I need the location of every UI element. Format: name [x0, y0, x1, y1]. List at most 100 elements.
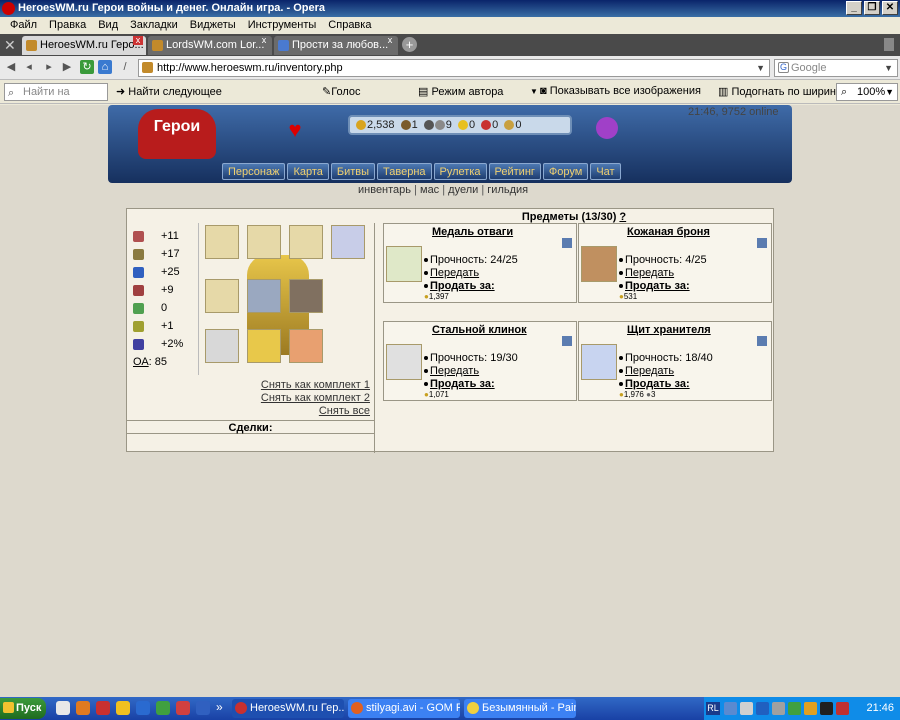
unequip-all-link[interactable]: Снять все: [261, 405, 370, 418]
firefox-icon[interactable]: [76, 701, 90, 715]
menu-edit[interactable]: Правка: [43, 17, 92, 34]
nav-map[interactable]: Карта: [287, 163, 329, 180]
item-sell-link[interactable]: Продать за:: [619, 378, 690, 390]
tab-lordswm[interactable]: LordsWM.com Lor... x: [148, 36, 272, 55]
repair-icon[interactable]: [757, 238, 767, 248]
nav-roulette[interactable]: Рулетка: [433, 163, 487, 180]
slot-book[interactable]: [331, 225, 365, 259]
medal-icon[interactable]: [386, 246, 422, 282]
zoom-dropdown-icon[interactable]: ▼: [885, 84, 894, 100]
close-tab-icon[interactable]: ✕: [4, 37, 16, 54]
author-mode-button[interactable]: ▤ Режим автора: [418, 85, 503, 98]
slot-weapon[interactable]: [205, 329, 239, 363]
item-name[interactable]: Медаль отваги: [432, 226, 513, 238]
tray-app-icon[interactable]: [836, 702, 849, 715]
slot-shield[interactable]: [289, 329, 323, 363]
item-transfer-link[interactable]: Передать: [424, 267, 479, 279]
task-paint[interactable]: Безымянный - Paint: [464, 699, 576, 718]
nav-character[interactable]: Персонаж: [222, 163, 286, 180]
repair-icon[interactable]: [562, 238, 572, 248]
word-icon[interactable]: [196, 701, 210, 715]
search-dropdown-icon[interactable]: ▼: [884, 60, 893, 76]
back-icon[interactable]: ◀: [4, 60, 18, 74]
opera-quick-icon[interactable]: [96, 701, 110, 715]
oa-label[interactable]: ОА: [133, 356, 149, 368]
subnav-duels[interactable]: дуели: [448, 184, 478, 196]
tab-close-icon[interactable]: x: [133, 36, 143, 45]
menu-view[interactable]: Вид: [92, 17, 124, 34]
language-indicator[interactable]: RL: [706, 702, 720, 715]
tab-close-icon[interactable]: x: [259, 36, 269, 45]
item-transfer-link[interactable]: Передать: [619, 365, 674, 377]
menu-bookmarks[interactable]: Закладки: [124, 17, 184, 34]
maximize-button[interactable]: ❐: [864, 1, 880, 15]
crown-icon[interactable]: [116, 701, 130, 715]
items-help-link[interactable]: ?: [619, 211, 626, 223]
fit-width-button[interactable]: ▥ Подогнать по ширине: [718, 85, 842, 98]
tray-app-icon[interactable]: [820, 702, 833, 715]
heart-icon[interactable]: ♥: [282, 117, 308, 143]
tab-close-icon[interactable]: x: [385, 36, 395, 45]
close-button[interactable]: ✕: [882, 1, 898, 15]
menu-widgets[interactable]: Виджеты: [184, 17, 242, 34]
item-sell-link[interactable]: Продать за:: [619, 280, 690, 292]
nav-rating[interactable]: Рейтинг: [488, 163, 541, 180]
volume-icon[interactable]: [740, 702, 753, 715]
sword-icon[interactable]: [386, 344, 422, 380]
menu-tools[interactable]: Инструменты: [242, 17, 323, 34]
url-field[interactable]: http://www.heroeswm.ru/inventory.php ▼: [138, 59, 770, 77]
nav-battles[interactable]: Битвы: [330, 163, 376, 180]
author-mode-dropdown-icon[interactable]: ▼: [530, 87, 538, 96]
item-name[interactable]: Кожаная броня: [627, 226, 710, 238]
slot-helmet[interactable]: [247, 225, 281, 259]
minimize-button[interactable]: _: [846, 1, 862, 15]
potion-icon[interactable]: [596, 117, 618, 139]
updates-icon[interactable]: [804, 702, 817, 715]
ie-icon[interactable]: [136, 701, 150, 715]
network-icon[interactable]: [724, 702, 737, 715]
wand-icon[interactable]: /: [118, 60, 132, 74]
nav-tavern[interactable]: Таверна: [377, 163, 432, 180]
subnav-guild[interactable]: гильдия: [487, 184, 528, 196]
show-images-button[interactable]: ◙ Показывать все изображения: [540, 85, 701, 97]
task-gom-player[interactable]: stilyagi.avi - GOM P...: [348, 699, 460, 718]
voice-button[interactable]: ✎Голос: [322, 85, 360, 98]
subnav-inventory[interactable]: инвентарь: [358, 184, 411, 196]
media-icon[interactable]: [156, 701, 170, 715]
subnav-mas[interactable]: мас: [420, 184, 439, 196]
forward-icon[interactable]: ▸: [42, 60, 56, 74]
slot-amulet[interactable]: [289, 225, 323, 259]
menu-help[interactable]: Справка: [322, 17, 377, 34]
reload-icon[interactable]: ↻: [80, 60, 94, 74]
item-name[interactable]: Стальной клинок: [432, 324, 527, 336]
game-logo[interactable]: Герои: [138, 109, 216, 159]
leather-armor-icon[interactable]: [581, 246, 617, 282]
repair-icon[interactable]: [562, 336, 572, 346]
url-dropdown-icon[interactable]: ▼: [756, 60, 765, 76]
start-button[interactable]: Пуск: [0, 698, 46, 719]
item-sell-link[interactable]: Продать за:: [424, 280, 495, 292]
tray-app-icon[interactable]: [772, 702, 785, 715]
gom-icon[interactable]: [176, 701, 190, 715]
item-sell-link[interactable]: Продать за:: [424, 378, 495, 390]
slot-boots[interactable]: [247, 329, 281, 363]
search-input[interactable]: G Google ▼: [774, 59, 898, 77]
taskbar-more-button[interactable]: »: [216, 700, 223, 714]
slot-armor[interactable]: [247, 279, 281, 313]
nav-chat[interactable]: Чат: [590, 163, 621, 180]
menu-file[interactable]: Файл: [4, 17, 43, 34]
slot-ring-2[interactable]: [205, 279, 239, 313]
item-transfer-link[interactable]: Передать: [424, 365, 479, 377]
find-next-button[interactable]: ➜ Найти следующее: [116, 85, 222, 98]
clock[interactable]: 21:46: [866, 697, 894, 720]
item-transfer-link[interactable]: Передать: [619, 267, 674, 279]
slot-cloak[interactable]: [289, 279, 323, 313]
tab-heroeswm[interactable]: HeroesWM.ru Геро... x: [22, 36, 146, 55]
task-opera[interactable]: HeroesWM.ru Гер...: [232, 699, 344, 718]
trash-icon[interactable]: [884, 38, 894, 51]
shield-icon[interactable]: [581, 344, 617, 380]
fast-forward-icon[interactable]: ▶: [60, 60, 74, 74]
slot-ring-1[interactable]: [205, 225, 239, 259]
nav-forum[interactable]: Форум: [542, 163, 589, 180]
zoom-select[interactable]: ⌕ 100% ▼: [836, 83, 898, 101]
